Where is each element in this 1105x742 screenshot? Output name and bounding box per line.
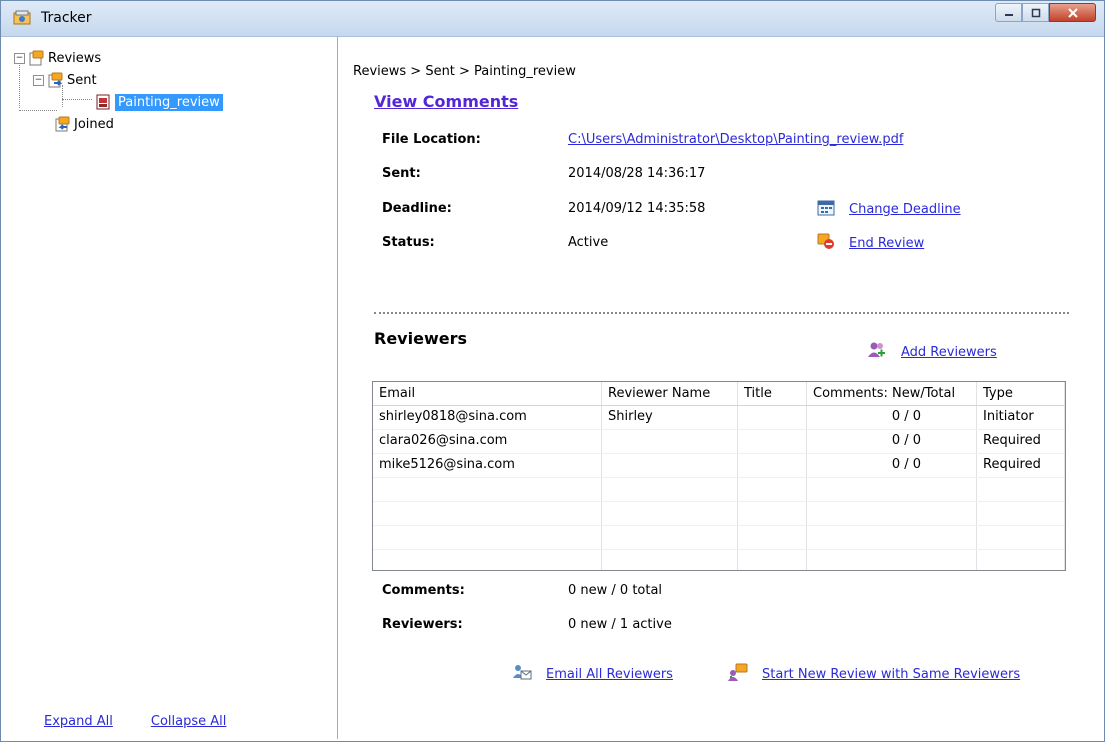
sent-label: Sent: (382, 166, 421, 181)
cell-email: mike5126@sina.com (373, 454, 602, 477)
start-new-review-link[interactable]: Start New Review with Same Reviewers (762, 667, 1020, 682)
cell-title (738, 406, 807, 429)
cell-comments: 0 / 0 (807, 430, 977, 453)
deadline-value: 2014/09/12 14:35:58 (568, 201, 706, 216)
cell-type: Required (977, 430, 1065, 453)
table-header: Email Reviewer Name Title Comments: New/… (373, 382, 1065, 406)
window-controls (995, 3, 1096, 22)
column-header-comments[interactable]: Comments: New/Total (807, 382, 977, 405)
tree-bottom-links: Expand All Collapse All (44, 714, 226, 729)
table-row[interactable]: shirley0818@sina.com Shirley 0 / 0 Initi… (373, 406, 1065, 430)
email-all-reviewers-link[interactable]: Email All Reviewers (546, 667, 673, 682)
table-row[interactable]: clara026@sina.com 0 / 0 Required (373, 430, 1065, 454)
empty-table-row (373, 478, 1065, 502)
left-tree-pane: − Reviews − Sent Painting_review Joined … (4, 37, 338, 739)
expand-all-link[interactable]: Expand All (44, 714, 113, 729)
close-button[interactable] (1049, 3, 1096, 22)
maximize-icon (1031, 8, 1040, 17)
empty-table-row (373, 502, 1065, 526)
reviews-tree: − Reviews − Sent Painting_review Joined (14, 47, 223, 135)
comments-summary-label: Comments: (382, 583, 465, 598)
column-header-type[interactable]: Type (977, 382, 1065, 405)
collapse-toggle[interactable]: − (33, 74, 44, 86)
end-review-icon (817, 232, 835, 254)
cell-type: Required (977, 454, 1065, 477)
file-location-label: File Location: (382, 132, 481, 147)
collapse-all-link[interactable]: Collapse All (151, 714, 227, 729)
change-deadline-action[interactable]: Change Deadline (817, 198, 961, 220)
cell-reviewer-name (602, 454, 738, 477)
close-icon (1067, 7, 1078, 18)
joined-folder-icon (54, 116, 70, 132)
end-review-link[interactable]: End Review (849, 236, 924, 251)
cell-type: Initiator (977, 406, 1065, 429)
cell-comments: 0 / 0 (807, 454, 977, 477)
add-reviewers-link[interactable]: Add Reviewers (901, 345, 997, 360)
column-header-email[interactable]: Email (373, 382, 602, 405)
empty-table-row (373, 550, 1065, 570)
tree-node-joined[interactable]: Joined (14, 113, 223, 135)
add-reviewers-icon (867, 341, 887, 363)
status-label: Status: (382, 235, 435, 250)
tree-label-painting-review: Painting_review (115, 93, 223, 111)
tree-label-joined: Joined (74, 116, 114, 132)
end-review-action[interactable]: End Review (817, 232, 924, 254)
reviews-folder-icon (28, 50, 44, 66)
cell-title (738, 430, 807, 453)
tree-label-reviews: Reviews (48, 50, 102, 66)
column-header-title[interactable]: Title (738, 382, 807, 405)
section-divider (374, 312, 1069, 314)
review-details-pane: Reviews > Sent > Painting_review View Co… (338, 37, 1104, 739)
title-bar[interactable]: Tracker (1, 1, 1104, 37)
email-reviewers-icon (512, 663, 532, 685)
reviewers-summary-label: Reviewers: (382, 617, 463, 632)
cell-email: clara026@sina.com (373, 430, 602, 453)
tree-label-sent: Sent (67, 72, 97, 88)
cell-reviewer-name (602, 430, 738, 453)
calendar-icon (817, 198, 835, 220)
maximize-button[interactable] (1022, 3, 1049, 22)
minimize-button[interactable] (995, 3, 1022, 22)
view-comments-link[interactable]: View Comments (374, 92, 518, 111)
deadline-label: Deadline: (382, 201, 452, 216)
tracker-window: Tracker − Reviews − Sent Painting_review… (0, 0, 1105, 742)
collapse-toggle[interactable]: − (14, 52, 25, 64)
window-title: Tracker (41, 10, 92, 26)
cell-title (738, 454, 807, 477)
minimize-icon (1004, 13, 1013, 16)
cell-reviewer-name: Shirley (602, 406, 738, 429)
reviewers-summary-value: 0 new / 1 active (568, 617, 672, 632)
start-new-review-action[interactable]: Start New Review with Same Reviewers (728, 663, 1020, 685)
column-header-reviewer-name[interactable]: Reviewer Name (602, 382, 738, 405)
tree-node-sent[interactable]: − Sent (14, 69, 223, 91)
reviewers-table: Email Reviewer Name Title Comments: New/… (372, 381, 1066, 571)
tree-node-reviews[interactable]: − Reviews (14, 47, 223, 69)
cell-comments: 0 / 0 (807, 406, 977, 429)
table-row[interactable]: mike5126@sina.com 0 / 0 Required (373, 454, 1065, 478)
add-reviewers-action[interactable]: Add Reviewers (867, 341, 997, 363)
sent-folder-icon (47, 72, 63, 88)
start-new-review-icon (728, 663, 748, 685)
sent-value: 2014/08/28 14:36:17 (568, 166, 706, 181)
reviewers-heading: Reviewers (374, 329, 467, 348)
empty-table-row (373, 526, 1065, 550)
file-location-link[interactable]: C:\Users\Administrator\Desktop\Painting_… (568, 132, 903, 147)
comments-summary-value: 0 new / 0 total (568, 583, 663, 598)
status-value: Active (568, 235, 609, 250)
tree-node-painting-review[interactable]: Painting_review (14, 91, 223, 113)
cell-email: shirley0818@sina.com (373, 406, 602, 429)
tracker-app-icon (13, 10, 31, 26)
change-deadline-link[interactable]: Change Deadline (849, 202, 961, 217)
email-all-reviewers-action[interactable]: Email All Reviewers (512, 663, 673, 685)
breadcrumb: Reviews > Sent > Painting_review (353, 64, 576, 79)
pdf-document-icon (95, 94, 111, 110)
